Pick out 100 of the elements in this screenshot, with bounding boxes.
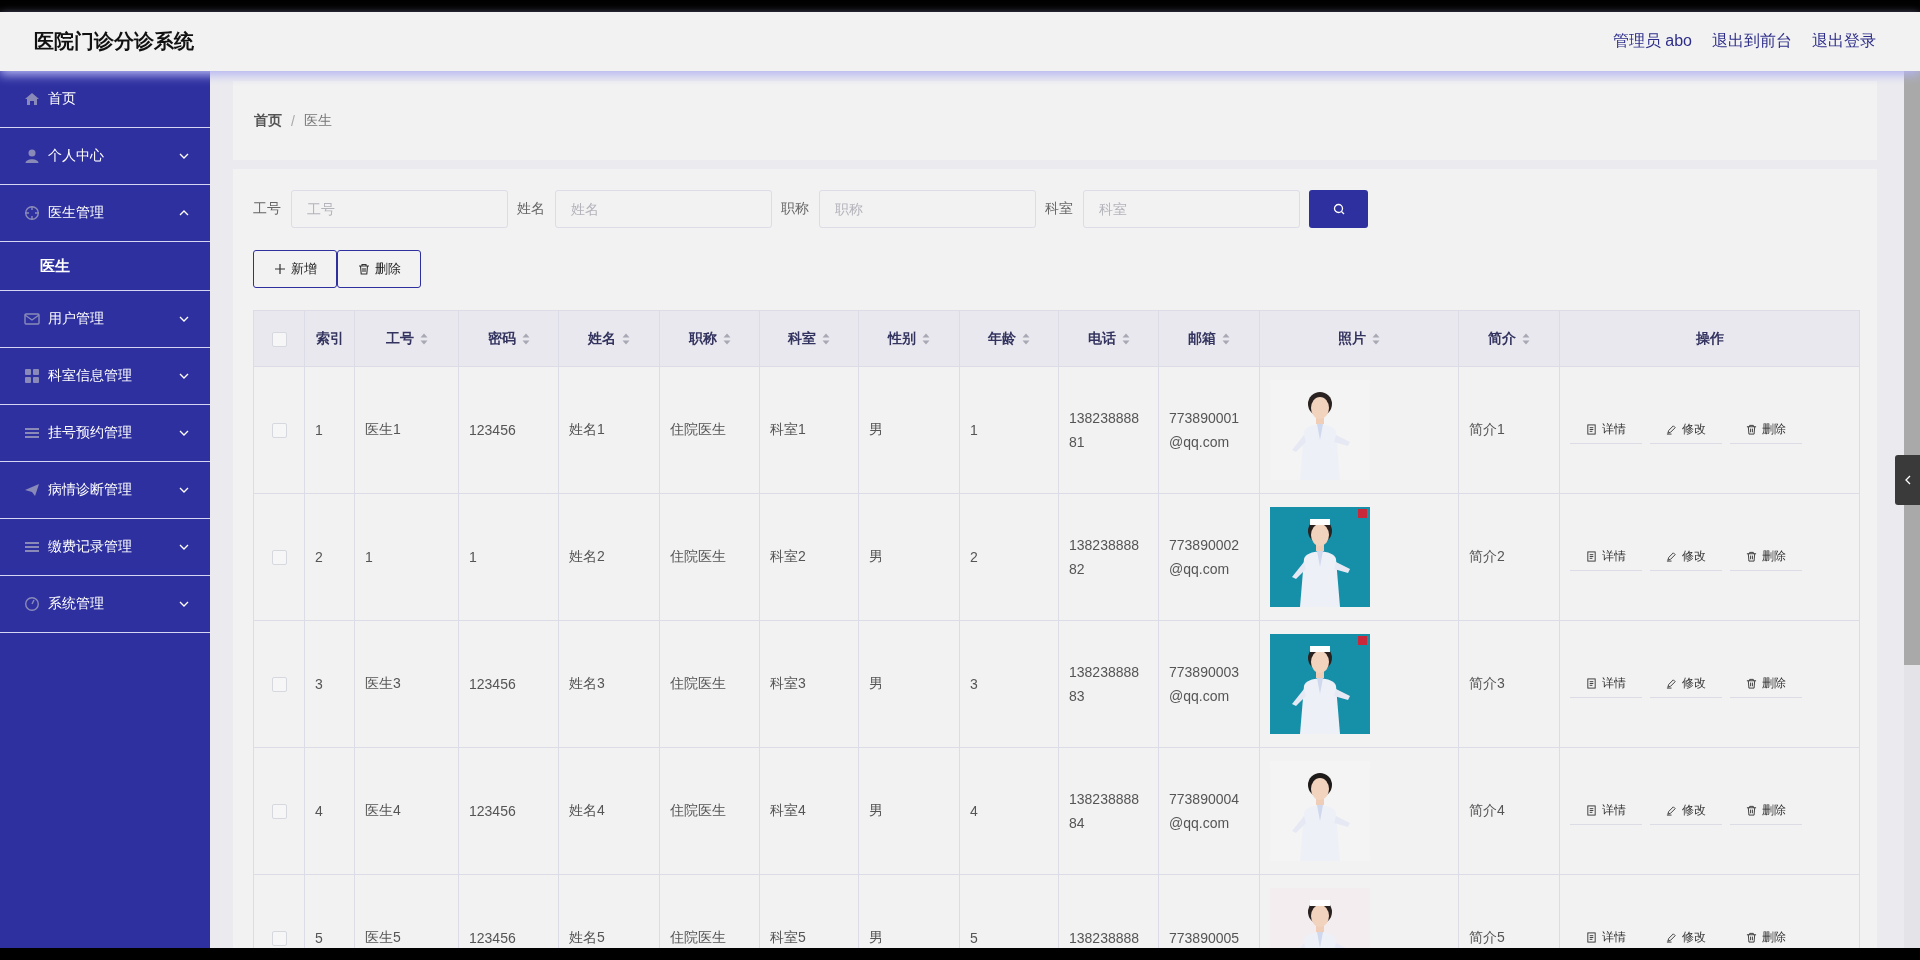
table-cell: 男 bbox=[858, 620, 960, 748]
table-cell: 简介1 bbox=[1458, 366, 1560, 494]
sidebar-item[interactable]: 医生管理 bbox=[0, 185, 210, 242]
sidebar-subitem[interactable]: 医生 bbox=[0, 242, 210, 291]
sidebar-item[interactable]: 系统管理 bbox=[0, 576, 210, 633]
scrollbar[interactable] bbox=[1904, 71, 1920, 948]
user-icon bbox=[24, 148, 40, 164]
header-link[interactable]: 退出登录 bbox=[1812, 31, 1876, 52]
column-header[interactable]: 邮箱 bbox=[1188, 329, 1230, 348]
sort-icon[interactable] bbox=[1372, 332, 1380, 345]
delete-button[interactable]: 删除 bbox=[1730, 670, 1802, 698]
table-cell: 13823888883 bbox=[1058, 620, 1159, 748]
sidebar-item[interactable]: 个人中心 bbox=[0, 128, 210, 185]
sort-icon[interactable] bbox=[419, 332, 428, 345]
checkbox[interactable] bbox=[271, 423, 287, 439]
admin-label: 管理员 abo bbox=[1612, 31, 1692, 51]
grid-icon bbox=[24, 368, 40, 384]
column-header[interactable]: 职称 bbox=[688, 329, 731, 348]
column-header[interactable]: 电话 bbox=[1087, 329, 1130, 348]
checkbox[interactable] bbox=[271, 550, 287, 566]
column-header[interactable]: 姓名 bbox=[588, 329, 630, 348]
input-field[interactable]: 姓名 bbox=[555, 190, 772, 228]
column-header[interactable]: 工号 bbox=[385, 329, 428, 348]
sort-icon[interactable] bbox=[1022, 332, 1030, 345]
document-icon bbox=[1586, 932, 1597, 943]
collapse-tab[interactable] bbox=[1895, 455, 1920, 505]
table-cell: 123456 bbox=[458, 747, 559, 875]
delete-button[interactable]: 删除 bbox=[1730, 416, 1802, 444]
delete-button[interactable]: 删除 bbox=[1730, 543, 1802, 571]
sort-icon[interactable] bbox=[722, 332, 731, 345]
edit-button[interactable]: 修改 bbox=[1650, 416, 1722, 444]
sort-icon[interactable] bbox=[1222, 332, 1230, 345]
sort-icon[interactable] bbox=[1522, 332, 1530, 345]
sort-icon[interactable] bbox=[822, 332, 830, 345]
table-cell: 住院医生 bbox=[659, 620, 760, 748]
sidebar-item[interactable]: 首页 bbox=[0, 71, 210, 128]
details-button[interactable]: 详情 bbox=[1570, 670, 1642, 698]
table-cell: 住院医生 bbox=[659, 366, 760, 494]
table-cell: 住院医生 bbox=[659, 493, 760, 621]
sidebar-item[interactable]: 缴费记录管理 bbox=[0, 519, 210, 576]
breadcrumb-item[interactable]: 首页 bbox=[254, 111, 282, 130]
input-field[interactable]: 职称 bbox=[819, 190, 1036, 228]
checkbox[interactable] bbox=[271, 804, 287, 820]
table-cell: 科室4 bbox=[759, 747, 859, 875]
table-cell: 1 bbox=[304, 366, 355, 494]
input-field[interactable]: 工号 bbox=[291, 190, 508, 228]
table-cell: 1 bbox=[959, 366, 1059, 494]
table-cell: 姓名2 bbox=[558, 493, 660, 621]
table-cell: 简介3 bbox=[1458, 620, 1560, 748]
header-link[interactable]: 退出到前台 bbox=[1712, 31, 1792, 52]
table-cell: 123456 bbox=[458, 366, 559, 494]
document-icon bbox=[1586, 424, 1597, 435]
table-cell: 医生1 bbox=[354, 366, 459, 494]
column-header: 索引 bbox=[315, 329, 344, 348]
delete-button[interactable]: 删除 bbox=[337, 250, 421, 288]
sort-icon[interactable] bbox=[1121, 332, 1130, 345]
checkbox[interactable] bbox=[271, 677, 287, 693]
sidebar-item[interactable]: 科室信息管理 bbox=[0, 348, 210, 405]
field-label: 姓名 bbox=[517, 200, 545, 218]
add-button[interactable]: 新增 bbox=[253, 250, 337, 288]
details-button[interactable]: 详情 bbox=[1570, 416, 1642, 444]
table-cell: 773890001@qq.com bbox=[1158, 366, 1260, 494]
column-header: 操作 bbox=[1695, 329, 1724, 348]
checkbox[interactable] bbox=[271, 931, 287, 947]
field-label: 工号 bbox=[253, 200, 281, 218]
details-button[interactable]: 详情 bbox=[1570, 543, 1642, 571]
column-header[interactable]: 密码 bbox=[487, 329, 530, 348]
edit-button[interactable]: 修改 bbox=[1650, 670, 1722, 698]
trash-icon bbox=[1746, 424, 1757, 435]
sort-icon[interactable] bbox=[922, 332, 930, 345]
sort-icon[interactable] bbox=[622, 332, 630, 345]
document-icon bbox=[1586, 678, 1597, 689]
column-header[interactable]: 简介 bbox=[1488, 329, 1530, 348]
edit-button[interactable]: 修改 bbox=[1650, 543, 1722, 571]
table-cell: 4 bbox=[959, 747, 1059, 875]
sort-icon[interactable] bbox=[521, 332, 530, 345]
table-cell: 2 bbox=[304, 493, 355, 621]
sidebar-item[interactable]: 挂号预约管理 bbox=[0, 405, 210, 462]
checkbox[interactable] bbox=[271, 331, 287, 347]
pencil-icon bbox=[1666, 932, 1677, 943]
gauge-icon bbox=[24, 596, 40, 612]
details-button[interactable]: 详情 bbox=[1570, 797, 1642, 825]
scroll-thumb[interactable] bbox=[1904, 71, 1920, 665]
table-cell: 简介2 bbox=[1458, 493, 1560, 621]
table-cell: 姓名3 bbox=[558, 620, 660, 748]
column-header[interactable]: 照片 bbox=[1338, 329, 1380, 348]
delete-button[interactable]: 删除 bbox=[1730, 797, 1802, 825]
table-cell: 医生4 bbox=[354, 747, 459, 875]
column-header[interactable]: 年龄 bbox=[988, 329, 1030, 348]
input-field[interactable]: 科室 bbox=[1083, 190, 1300, 228]
search-button[interactable] bbox=[1309, 190, 1368, 228]
table-cell: 3 bbox=[959, 620, 1059, 748]
edit-button[interactable]: 修改 bbox=[1650, 797, 1722, 825]
table-cell: 科室3 bbox=[759, 620, 859, 748]
sidebar-item[interactable]: 病情诊断管理 bbox=[0, 462, 210, 519]
column-header[interactable]: 性别 bbox=[888, 329, 930, 348]
sidebar-item[interactable]: 用户管理 bbox=[0, 291, 210, 348]
column-header[interactable]: 科室 bbox=[788, 329, 830, 348]
trash-icon bbox=[1746, 932, 1757, 943]
trash-icon bbox=[1746, 678, 1757, 689]
